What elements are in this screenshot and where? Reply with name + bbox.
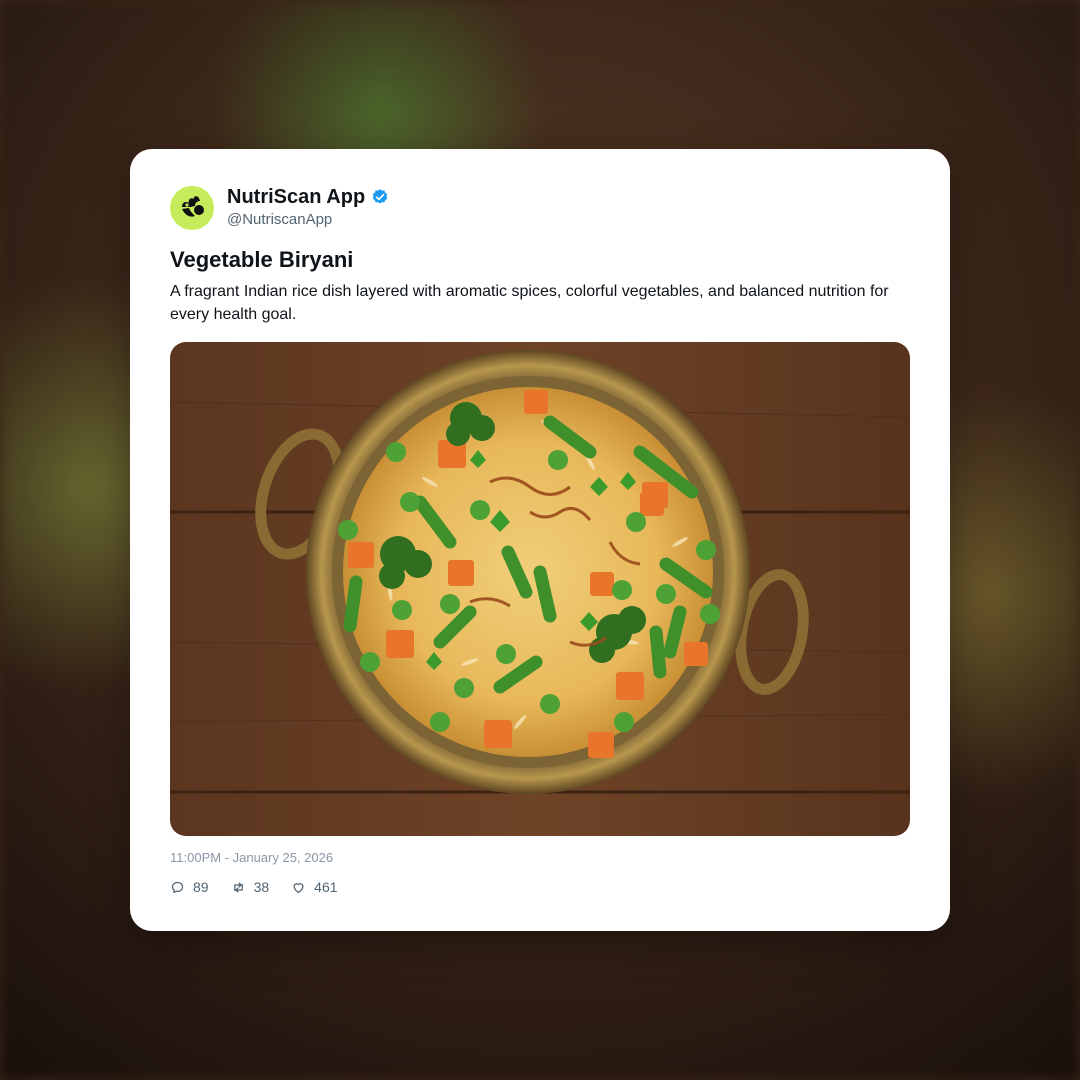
reply-button[interactable]: 89 [170, 879, 209, 895]
post-timestamp[interactable]: 11:00PM - January 25, 2026 [170, 849, 333, 867]
nutriscan-logo-icon [182, 195, 204, 217]
repost-button[interactable]: 38 [231, 879, 270, 895]
repost-icon [233, 882, 243, 892]
vegetable-biryani-photo [170, 342, 910, 836]
post-description: A fragrant Indian rice dish layered with… [170, 283, 889, 323]
repost-count: 38 [253, 879, 270, 895]
user-handle[interactable]: @NutriscanApp [227, 210, 389, 230]
reply-icon [171, 881, 184, 893]
heart-icon [293, 882, 304, 893]
reply-count: 89 [193, 879, 209, 895]
post-image[interactable] [170, 342, 910, 836]
post-header: NutriScan App @NutriscanApp [170, 185, 389, 230]
display-name[interactable]: NutriScan App [227, 185, 365, 209]
post-actions: 89 38 461 [170, 879, 360, 895]
post-title: Vegetable Biryani [170, 247, 354, 272]
like-count: 461 [314, 879, 338, 895]
verified-badge-icon [372, 189, 388, 204]
post-card: NutriScan App @NutriscanApp Vegetable Bi… [130, 149, 950, 931]
avatar[interactable] [170, 185, 214, 230]
like-button[interactable]: 461 [291, 879, 338, 895]
